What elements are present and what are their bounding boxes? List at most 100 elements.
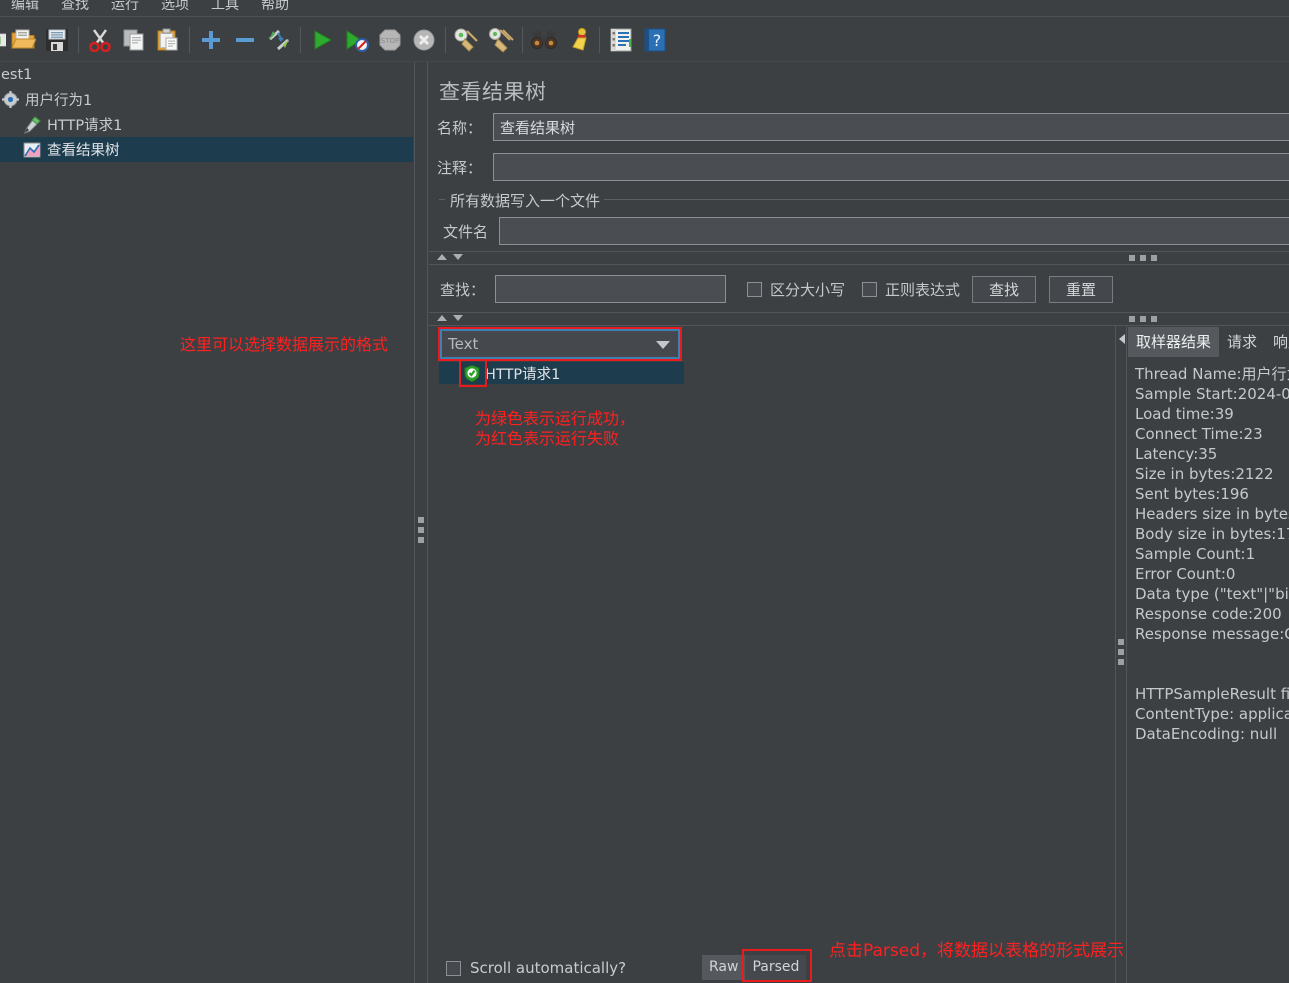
toolbar-divider-2 (189, 26, 190, 53)
toolbar-divider-3 (300, 26, 301, 53)
splitter-bar-top[interactable] (429, 251, 1289, 265)
save-icon (46, 28, 68, 51)
shutdown-icon (413, 29, 435, 50)
main-splitter[interactable] (413, 62, 429, 983)
annotation-parsed: 点击Parsed，将数据以表格的形式展示 (829, 941, 1125, 961)
tree-node-view-results-tree[interactable]: 查看结果树 (0, 137, 413, 162)
tab-request[interactable]: 请求 (1219, 327, 1265, 357)
group-border-line-left (439, 199, 445, 200)
clear-icon (454, 28, 478, 52)
cut-button[interactable] (83, 23, 117, 57)
splitter-line (429, 264, 1289, 265)
results-splitter[interactable] (1114, 326, 1128, 983)
splitter-line (1115, 326, 1116, 983)
toggle-button[interactable] (262, 23, 296, 57)
search-row: 查找： 区分大小写 正则表达式 查找 重置 (440, 275, 1114, 303)
search-button[interactable] (527, 23, 561, 57)
paste-button[interactable] (151, 23, 185, 57)
annotation-format-select: 这里可以选择数据展示的格式 (180, 335, 389, 354)
open-button[interactable] (6, 23, 40, 57)
start-button[interactable] (305, 23, 339, 57)
expand-all-button[interactable] (194, 23, 228, 57)
splitter-collapse-arrows[interactable] (437, 254, 463, 260)
gear-icon (0, 91, 20, 109)
open-folder-icon (11, 29, 36, 48)
copy-button[interactable] (117, 23, 151, 57)
paste-clipboard-icon (157, 28, 178, 50)
chart-icon (22, 141, 42, 159)
annotation-status-color-2: 为红色表示运行失败 (475, 429, 620, 448)
filename-input[interactable] (499, 217, 1289, 245)
help-button[interactable]: ? (638, 23, 672, 57)
tree-node-test-plan[interactable]: est1 (0, 62, 413, 87)
splitter-bar-middle[interactable] (429, 312, 1289, 326)
chevron-down-icon[interactable] (453, 254, 463, 260)
collapse-all-button[interactable] (228, 23, 262, 57)
plus-icon (202, 30, 220, 49)
reset-search-button[interactable] (561, 23, 595, 57)
tab-raw[interactable]: Raw (702, 955, 746, 980)
start-no-pauses-button[interactable] (339, 23, 373, 57)
menu-item-search[interactable]: 查找 (50, 0, 100, 16)
copy-icon (123, 29, 144, 50)
chevron-up-icon[interactable] (437, 254, 447, 260)
tree-node-thread-group[interactable]: 用户行为1 (0, 87, 413, 112)
svg-text:STOP: STOP (381, 37, 399, 45)
function-helper-icon (610, 28, 632, 51)
chevron-down-icon[interactable] (656, 341, 670, 349)
sampler-result-text: Thread Name:用户行为1 1-1 Sample Start:2024-… (1135, 365, 1289, 743)
tab-response-data[interactable]: 响应数据 (1265, 327, 1289, 357)
menu-bar: 编辑 查找 运行 选项 工具 帮助 (0, 0, 1289, 17)
clear-button[interactable] (450, 23, 484, 57)
scroll-automatically-checkbox[interactable] (446, 960, 461, 976)
splitter-collapse-arrows[interactable] (437, 315, 463, 321)
menu-item-options[interactable]: 选项 (150, 0, 200, 16)
toolbar-divider-4 (445, 26, 446, 53)
splitter-grip (1118, 639, 1124, 665)
tab-sampler-result[interactable]: 取样器结果 (1128, 327, 1220, 357)
write-to-file-group: 所有数据写入一个文件 文件名 (437, 190, 1289, 248)
tab-parsed[interactable]: Parsed (745, 955, 807, 980)
sample-result-item[interactable]: HTTP请求1 (439, 362, 684, 384)
test-plan-tree: est1 用户行为1 HTTP请求1 查看结果树 (0, 62, 413, 983)
name-label: 名称： (437, 118, 483, 137)
search-input[interactable] (495, 275, 726, 303)
comment-field-row: 注释： (437, 153, 1289, 181)
search-label: 查找： (440, 280, 486, 299)
menu-item-edit[interactable]: 编辑 (0, 0, 50, 16)
comment-input[interactable] (493, 153, 1289, 181)
find-button[interactable]: 查找 (972, 275, 1037, 303)
render-format-select[interactable]: Text (440, 329, 680, 359)
chevron-down-icon[interactable] (453, 315, 463, 321)
tree-node-label: est1 (1, 66, 33, 83)
tree-node-http-request[interactable]: HTTP请求1 (0, 112, 413, 137)
group-border-line (547, 199, 1289, 200)
group-legend: 所有数据写入一个文件 (446, 190, 605, 211)
tree-node-label: 查看结果树 (47, 143, 120, 159)
scroll-automatically-row: Scroll automatically? (446, 959, 626, 977)
toolbar-divider-5 (522, 26, 523, 53)
regex-checkbox[interactable] (862, 281, 878, 297)
stop-button[interactable]: STOP (373, 23, 407, 57)
chevron-up-icon[interactable] (437, 315, 447, 321)
tree-node-label: 用户行为1 (25, 93, 93, 109)
case-sensitive-checkbox[interactable] (747, 281, 762, 297)
tab-scroll-left-icon[interactable] (1119, 334, 1125, 344)
cut-scissors-icon (89, 28, 111, 52)
search-binoculars-icon (531, 30, 557, 49)
reset-button[interactable]: 重置 (1049, 275, 1114, 303)
toolbar-divider-1 (78, 26, 79, 53)
function-helper-button[interactable] (604, 23, 638, 57)
shutdown-button[interactable] (407, 23, 441, 57)
menu-item-help[interactable]: 帮助 (250, 0, 300, 16)
name-field-row: 名称： 查看结果树 (437, 113, 1289, 141)
save-button[interactable] (40, 23, 74, 57)
clear-all-button[interactable] (484, 23, 518, 57)
case-sensitive-label: 区分大小写 (770, 280, 846, 299)
result-tabs: 取样器结果 请求 响应数据 (1128, 327, 1289, 357)
minus-icon (236, 37, 254, 42)
toolbar-divider-6 (599, 26, 600, 53)
menu-item-tools[interactable]: 工具 (200, 0, 250, 16)
menu-item-run[interactable]: 运行 (100, 0, 150, 16)
name-input[interactable]: 查看结果树 (493, 113, 1289, 141)
